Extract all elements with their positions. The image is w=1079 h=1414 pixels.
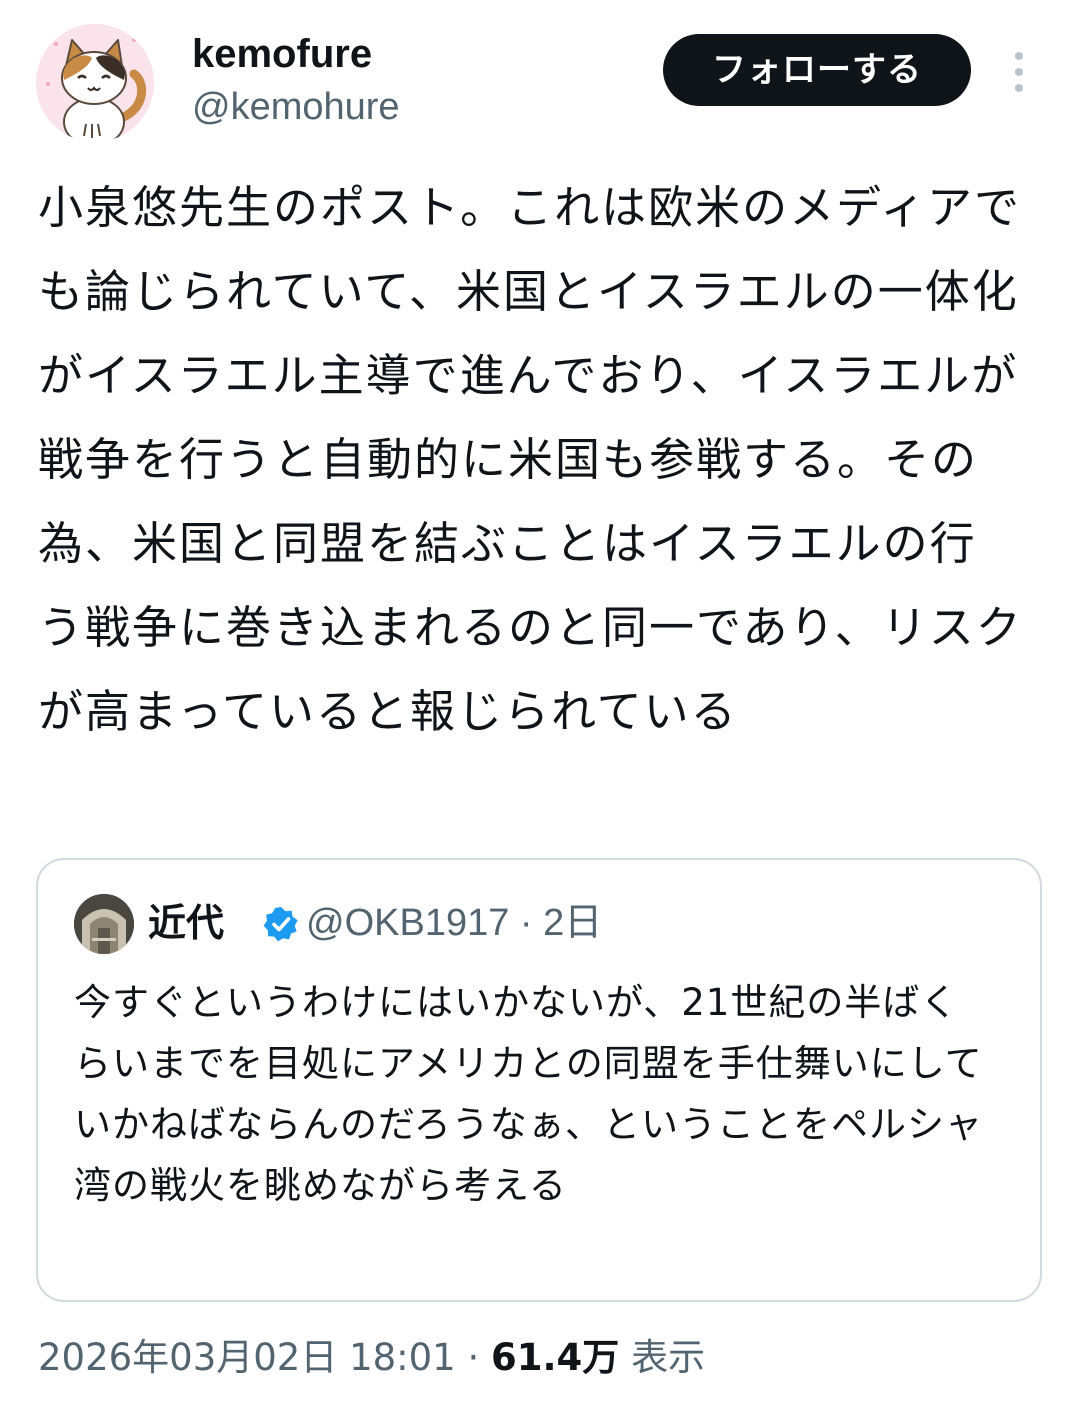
quote-post-age[interactable]: 2日 (543, 902, 602, 944)
quote-meta-separator: · (519, 902, 533, 944)
views-label: 表示 (631, 1336, 706, 1379)
follow-button[interactable]: フォローする (663, 34, 971, 106)
verified-badge-icon (263, 907, 298, 942)
calico-cat-avatar-icon (36, 24, 154, 142)
author-avatar[interactable] (36, 24, 154, 142)
post-footer-meta: 2026年03月02日 18:01 · 61.4万 表示 (38, 1330, 705, 1386)
author-display-name[interactable]: kemofure (192, 30, 372, 78)
author-handle[interactable]: @kemohure (192, 84, 400, 130)
views-count: 61.4万 (491, 1336, 620, 1379)
quote-meta-line: @OKB1917 · 2日 (306, 898, 602, 948)
post-header: kemofure @kemohure フォローする (36, 24, 1046, 144)
quote-avatar-image (74, 894, 134, 954)
more-vertical-icon[interactable] (1004, 50, 1034, 94)
footer-separator: · (467, 1336, 480, 1379)
quote-author-handle[interactable]: @OKB1917 (306, 902, 509, 944)
post-body-text: 小泉悠先生のポスト。これは欧米のメディアでも論じられていて、米国とイスラエルの一… (38, 181, 1023, 738)
quoted-post-card[interactable]: 近代 @OKB1917 · 2日 今すぐというわけにはいかないが、21世紀の半ば… (36, 858, 1042, 1302)
quote-author-avatar[interactable] (74, 894, 134, 954)
quote-body-text: 今すぐというわけにはいかないが、21世紀の半ばくらいまでを目処にアメリカとの同盟… (74, 981, 984, 1207)
post-timestamp[interactable]: 2026年03月02日 18:01 (38, 1336, 456, 1379)
quote-author-name[interactable]: 近代 (148, 898, 224, 948)
